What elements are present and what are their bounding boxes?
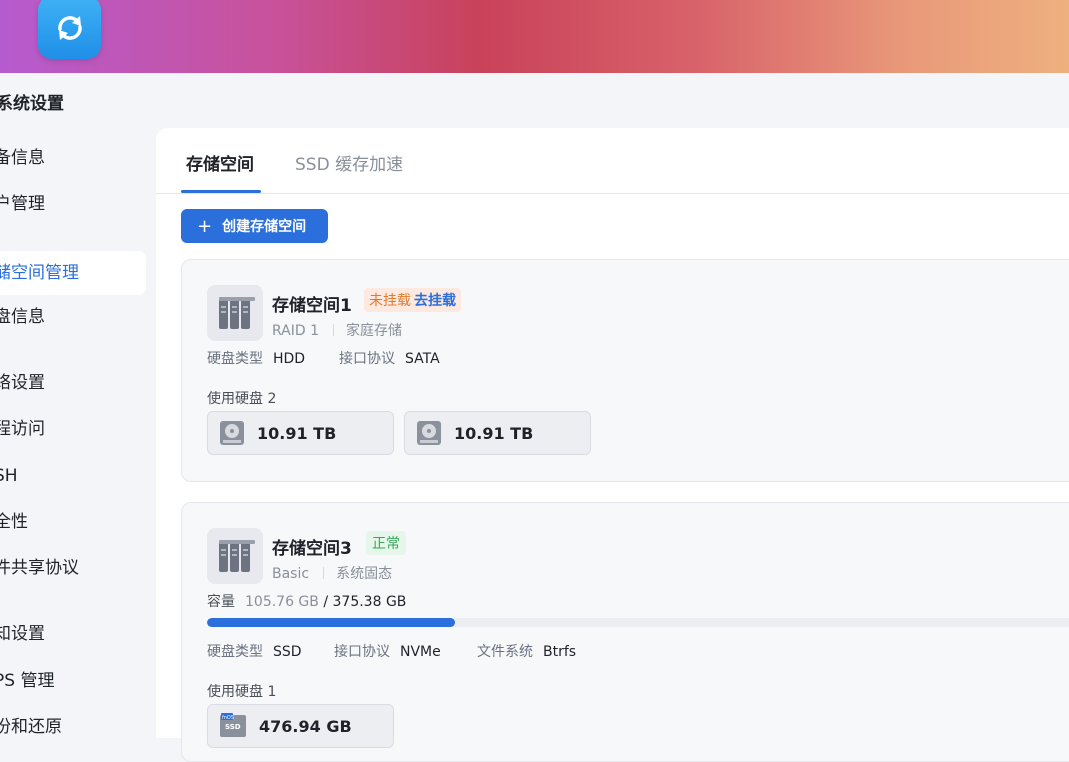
sidebar-item-storage-management[interactable]: 储空间管理: [0, 251, 146, 295]
disk-chip[interactable]: 10.91 TB: [404, 411, 591, 455]
capacity-field: 容量 105.76 GB / 375.38 GB: [207, 594, 407, 610]
sidebar-item-notifications[interactable]: 知设置: [0, 612, 146, 656]
sidebar-item-network-settings[interactable]: 络设置: [0, 361, 146, 405]
interface-field: 接口协议 SATA: [339, 351, 440, 367]
storage-pool-card: 存储空间3 正常 Basic 系统固态 容量 105.76 GB / 375.38 …: [181, 502, 1069, 762]
disk-chip[interactable]: fnOS SSD 476.94 GB: [207, 704, 394, 748]
create-storage-button[interactable]: + 创建存储空间: [181, 209, 328, 243]
storage-pool-icon: [207, 285, 263, 341]
mount-link[interactable]: 去挂载: [414, 293, 456, 309]
sidebar-item-file-sharing[interactable]: 件共享协议: [0, 546, 146, 590]
sidebar-title: 系统设置: [0, 94, 64, 114]
tab-storage-space[interactable]: 存储空间: [186, 150, 254, 175]
hdd-icon: [417, 421, 441, 445]
used-disks-label: 使用硬盘 2: [207, 391, 277, 407]
hdd-icon: [220, 421, 244, 445]
sync-app-icon[interactable]: [38, 0, 101, 59]
disk-type-field: 硬盘类型 SSD: [207, 644, 302, 660]
disk-chip[interactable]: 10.91 TB: [207, 411, 394, 455]
capacity-progress-bar: [207, 618, 1069, 627]
sidebar-item-disk-info[interactable]: 盘信息: [0, 295, 146, 339]
storage-pool-icon: [207, 528, 263, 584]
pool-meta: RAID 1 家庭存储: [272, 320, 402, 340]
disk-size: 476.94 GB: [259, 716, 352, 736]
svg-text:fnOS: fnOS: [222, 715, 234, 721]
capacity-total: / 375.38 GB: [323, 594, 407, 610]
filesystem-field: 文件系统 Btrfs: [477, 644, 577, 660]
storage-pool-card: 存储空间1 未挂载 去挂载 RAID 1 家庭存储 硬盘类型 HDD 接口协议 SATA…: [181, 259, 1069, 482]
pool-name: 存储空间1: [272, 296, 352, 316]
pool-purpose: 家庭存储: [346, 323, 403, 339]
pool-meta: Basic 系统固态: [272, 563, 392, 583]
tab-bar: 存储空间 SSD 缓存加速: [156, 128, 1069, 194]
ssd-icon: fnOS SSD: [220, 713, 246, 737]
used-disks-label: 使用硬盘 1: [207, 684, 277, 700]
disk-size: 10.91 TB: [257, 423, 337, 443]
top-bar: [0, 0, 1069, 73]
status-unmounted: 未挂载: [369, 293, 411, 309]
sidebar-item-remote-access[interactable]: 程访问: [0, 407, 146, 451]
sidebar-item-backup-restore[interactable]: 份和还原: [0, 705, 146, 749]
active-tab-indicator: [181, 190, 261, 193]
svg-text:SSD: SSD: [225, 723, 241, 731]
sidebar-item-security[interactable]: 全性: [0, 500, 146, 544]
capacity-progress-fill: [207, 618, 455, 627]
sidebar: 系统设置 备信息 户管理 储空间管理 盘信息 络设置 程访问 SH 全性 件共享…: [0, 73, 156, 737]
sidebar-item-ssh[interactable]: SH: [0, 454, 146, 498]
main-panel: 存储空间 SSD 缓存加速 + 创建存储空间 存储空间1 未挂载 去挂载 RAI…: [156, 128, 1069, 762]
sidebar-item-ups[interactable]: PS 管理: [0, 659, 146, 703]
pool-name: 存储空间3: [272, 539, 352, 559]
raid-level: Basic: [272, 566, 310, 582]
capacity-used: 105.76 GB: [245, 594, 319, 610]
create-storage-label: 创建存储空间: [222, 219, 307, 235]
status-badge-ok: 正常: [366, 531, 406, 555]
tab-ssd-cache[interactable]: SSD 缓存加速: [295, 150, 403, 175]
sidebar-item-device-info[interactable]: 备信息: [0, 136, 146, 180]
disk-type-field: 硬盘类型 HDD: [207, 351, 306, 367]
raid-level: RAID 1: [272, 323, 320, 339]
plus-icon: +: [197, 215, 213, 237]
pool-purpose: 系统固态: [336, 566, 393, 582]
sidebar-item-user-management[interactable]: 户管理: [0, 182, 146, 226]
disk-size: 10.91 TB: [454, 423, 534, 443]
status-badge: 未挂载 去挂载: [364, 288, 461, 312]
interface-field: 接口协议 NVMe: [334, 644, 441, 660]
